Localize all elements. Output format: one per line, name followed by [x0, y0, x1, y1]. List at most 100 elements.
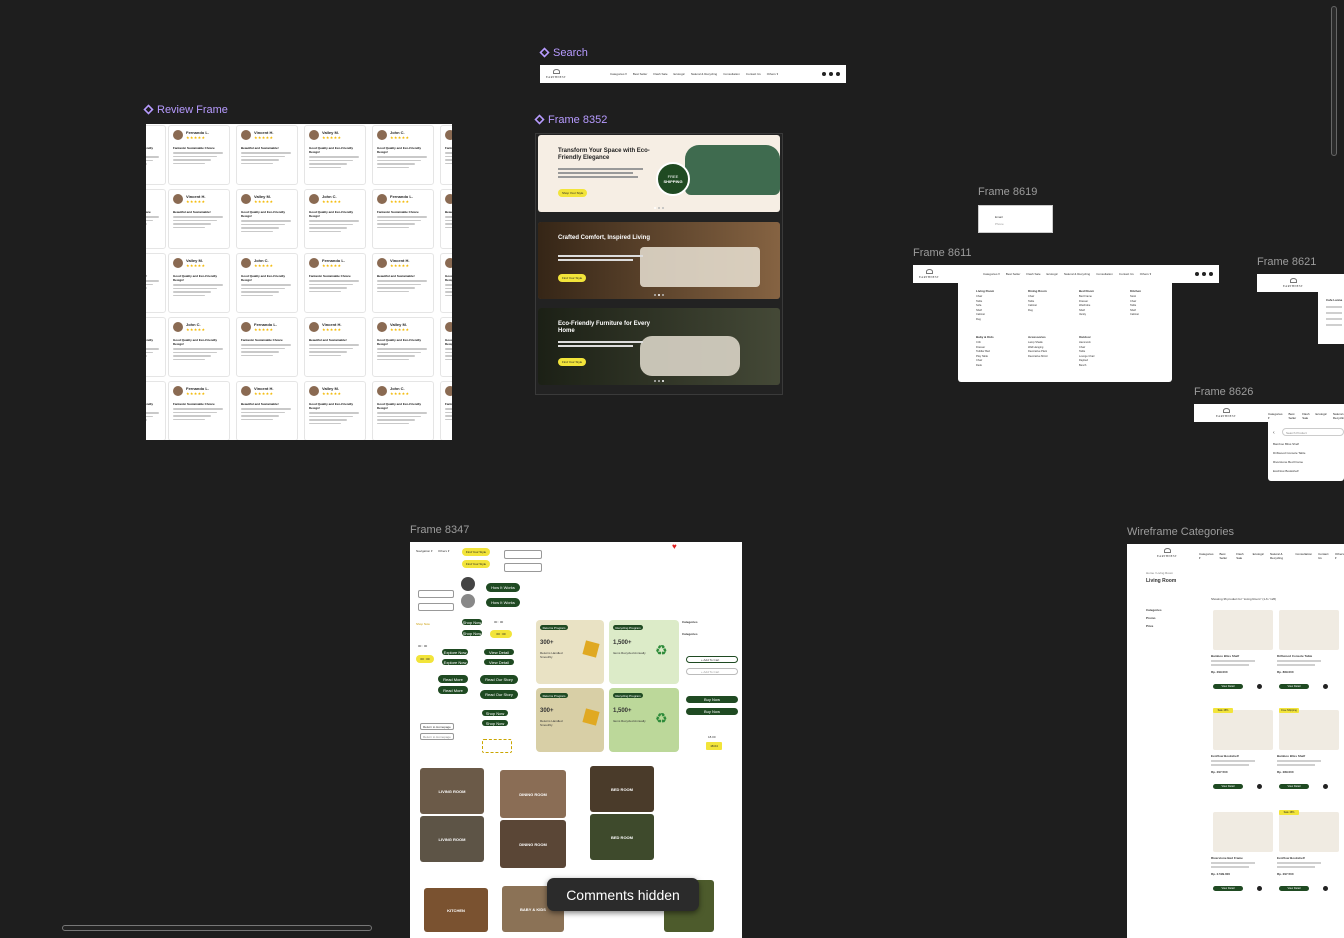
- menu-item[interactable]: Rug: [976, 318, 981, 321]
- return-home-button[interactable]: Return to Homepage: [420, 733, 454, 740]
- menu-column-title[interactable]: Kitchen: [1130, 289, 1141, 293]
- menu-item[interactable]: Chair: [976, 359, 982, 362]
- hero-cta-button[interactable]: Shop Your Style: [558, 189, 588, 197]
- menu-item[interactable]: Chair: [1079, 346, 1085, 349]
- menu-item[interactable]: Cabinet: [1130, 313, 1139, 316]
- select-dropdown[interactable]: [504, 563, 542, 572]
- cart-icon[interactable]: [836, 72, 840, 76]
- hero-cta-button[interactable]: Find Your Style: [558, 358, 587, 366]
- product-name[interactable]: EcoFlow Bookshelf: [1277, 856, 1305, 860]
- menu-item[interactable]: Bench: [1079, 364, 1086, 367]
- filter-promo[interactable]: Promo: [1146, 616, 1156, 620]
- back-arrow-icon[interactable]: ‹: [1273, 430, 1275, 436]
- frame-label-8611[interactable]: Frame 8611: [913, 247, 972, 259]
- search-frame[interactable]: EARTHNEST Categories ▾ Best Seller Flash S…: [540, 65, 846, 83]
- menu-column-title[interactable]: Outdoor: [1079, 335, 1091, 339]
- nav-link[interactable]: Ecologic: [1253, 552, 1264, 560]
- room-card-bed[interactable]: BED ROOM: [590, 766, 654, 812]
- menu-item[interactable]: Dresser: [1079, 300, 1088, 303]
- menu-item[interactable]: Lounge Chair: [1079, 355, 1095, 358]
- read-more-button[interactable]: Read More: [438, 675, 468, 683]
- user-icon[interactable]: [1202, 272, 1206, 276]
- room-card-dining[interactable]: DINING ROOM: [500, 820, 566, 868]
- nav-link[interactable]: Contact Us: [746, 72, 761, 76]
- room-card-living[interactable]: LIVING ROOM: [420, 816, 484, 862]
- cart-icon[interactable]: [1209, 272, 1213, 276]
- menu-item[interactable]: Toddler Bed: [976, 350, 990, 353]
- menu-item[interactable]: Table: [1079, 350, 1085, 353]
- menu-item[interactable]: Chair: [976, 295, 982, 298]
- nav-link[interactable]: Categories ▾: [610, 72, 627, 76]
- menu-item[interactable]: Chair: [1130, 300, 1136, 303]
- menu-item[interactable]: Cabinet: [976, 313, 985, 316]
- search-result[interactable]: EcoFlow Bookshelf: [1273, 469, 1299, 473]
- nav-link[interactable]: Categories ▾: [1199, 552, 1214, 560]
- nav-link[interactable]: Categories ▾: [1268, 412, 1283, 420]
- frame-8611-nav[interactable]: EARTHNEST Categories ▾ Best Seller Flash S…: [913, 265, 1219, 283]
- menu-column-title[interactable]: Bed Room: [1079, 289, 1094, 293]
- frame-8619[interactable]: Email Phone: [978, 205, 1053, 233]
- buy-now-button[interactable]: Buy Now: [686, 708, 738, 715]
- menu-item[interactable]: Rug: [1028, 309, 1033, 312]
- nav-link[interactable]: Flash Sale: [653, 72, 667, 76]
- nav-link[interactable]: Consultation: [1096, 272, 1113, 276]
- product-name[interactable]: Bamboo Bliss Shelf: [1211, 654, 1239, 658]
- select-dropdown[interactable]: [504, 550, 542, 559]
- horizontal-scrollbar[interactable]: [62, 925, 372, 931]
- nav-link[interactable]: Others ▾: [767, 72, 778, 76]
- shop-now-button[interactable]: Shop Now: [462, 619, 482, 625]
- frame-label-8626[interactable]: Frame 8626: [1194, 386, 1253, 398]
- menu-item[interactable]: Table: [1028, 300, 1034, 303]
- menu-item[interactable]: Chair: [1028, 295, 1034, 298]
- menu-item[interactable]: Hammock: [1079, 341, 1091, 344]
- play-icon[interactable]: [461, 594, 475, 608]
- view-detail-button[interactable]: View Detail: [1279, 784, 1309, 789]
- frame-label-8352[interactable]: Frame 8352: [534, 114, 607, 126]
- hero-cta-button[interactable]: Find Your Style: [558, 274, 587, 282]
- product-name[interactable]: Riverstone Bed Frame: [1211, 856, 1243, 860]
- menu-item[interactable]: Decorative Plant: [1028, 350, 1047, 353]
- room-card-bed[interactable]: BED ROOM: [590, 814, 654, 860]
- dropdown-item[interactable]: Phone: [995, 222, 1004, 226]
- how-it-works-button[interactable]: How It Works: [486, 598, 520, 607]
- breadcrumb[interactable]: Home / Living Room: [1146, 571, 1173, 575]
- menu-item[interactable]: Lamp Shade: [1028, 341, 1043, 344]
- play-icon[interactable]: [461, 577, 475, 591]
- read-story-button[interactable]: Read Our Story: [480, 675, 518, 684]
- nav-link[interactable]: Others ▾: [1335, 552, 1344, 560]
- explore-button[interactable]: Explore Now: [442, 649, 468, 655]
- search-input[interactable]: Search Product: [1282, 428, 1344, 436]
- find-style-button[interactable]: Find Your Style: [462, 548, 490, 556]
- product-image[interactable]: [1279, 610, 1339, 650]
- categories-toggle[interactable]: Categories: [682, 620, 698, 624]
- nav-link[interactable]: Natural & Recycling: [1333, 412, 1344, 420]
- menu-item[interactable]: Wall Hanging: [1028, 346, 1043, 349]
- shop-now-button[interactable]: Shop Now: [482, 710, 508, 716]
- frame-8352[interactable]: FREE SHIPPING Transform Your Space with E…: [535, 133, 783, 395]
- mini-dropdown[interactable]: Navigation ▾: [416, 549, 433, 553]
- carousel-dots[interactable]: [654, 380, 664, 382]
- nav-link[interactable]: Others ▾: [1140, 272, 1151, 276]
- search-result[interactable]: Bamboo Bliss Shelf: [1273, 442, 1299, 446]
- menu-item[interactable]: Decorative Mirror: [1028, 355, 1048, 358]
- explore-button[interactable]: Explore Now: [442, 659, 468, 665]
- wireframe-categories[interactable]: EARTHNEST Categories ▾ Best Seller Flash S…: [1127, 544, 1344, 938]
- cart-icon[interactable]: [1323, 784, 1328, 789]
- hero-slide-3[interactable]: Eco-Friendly Furniture for Every Home Fi…: [538, 308, 780, 385]
- dropdown-item[interactable]: Email: [995, 215, 1003, 219]
- product-image[interactable]: [1213, 812, 1273, 852]
- cart-icon[interactable]: [1257, 886, 1262, 891]
- menu-item[interactable]: Desk: [976, 364, 982, 367]
- shop-now-button[interactable]: Shop Now: [462, 630, 482, 636]
- menu-item[interactable]: Vanity: [1079, 313, 1086, 316]
- how-it-works-button[interactable]: How It Works: [486, 583, 520, 592]
- view-detail-button[interactable]: View Detail: [1213, 784, 1243, 789]
- menu-item[interactable]: Daybed: [1079, 359, 1088, 362]
- carousel-dots[interactable]: [654, 294, 664, 296]
- nav-link[interactable]: Best Seller: [1220, 552, 1231, 560]
- product-image[interactable]: [1279, 710, 1339, 750]
- product-name[interactable]: Driftwood Console Table: [1277, 654, 1312, 658]
- user-icon[interactable]: [829, 72, 833, 76]
- add-to-cart-button[interactable]: + Add To Cart: [686, 668, 738, 675]
- nav-link[interactable]: Ecologic: [1316, 412, 1327, 420]
